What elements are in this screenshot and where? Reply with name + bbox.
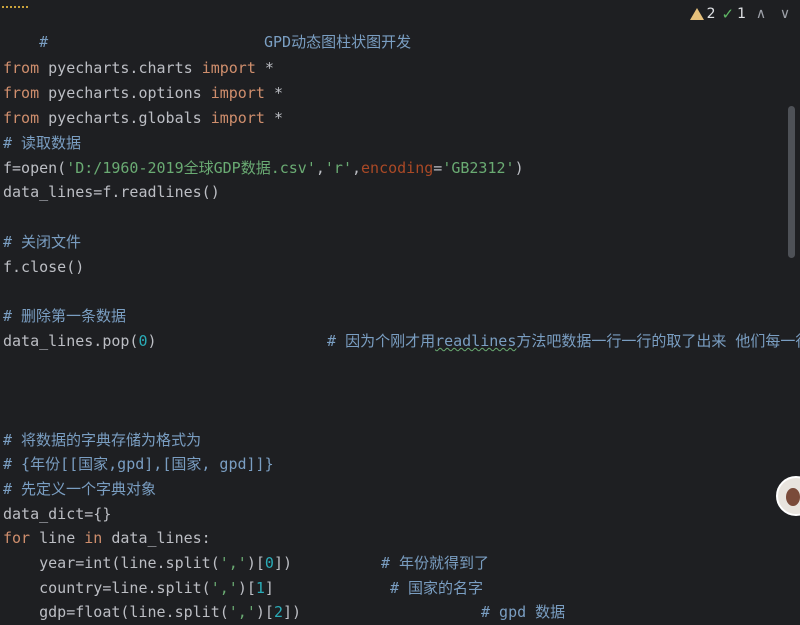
code-line[interactable]: from pyecharts.globals import * xyxy=(3,106,283,130)
warnings-count: 2 xyxy=(706,6,716,22)
number-literal: 0 xyxy=(264,554,274,572)
code-line[interactable]: from pyecharts.options import * xyxy=(3,81,283,105)
code-line[interactable]: f=open('D:/1960-2019全球GDP数据.csv','r',enc… xyxy=(3,156,524,180)
code-line[interactable]: from pyecharts.charts import * xyxy=(3,56,274,80)
number-literal: 2 xyxy=(273,603,283,621)
named-argument: encoding xyxy=(361,159,434,177)
code-text: = xyxy=(433,159,443,177)
chevron-down-icon[interactable]: ∨ xyxy=(776,6,794,22)
code-text: data_lines.pop( xyxy=(3,332,139,350)
module-name: pyecharts.charts xyxy=(48,59,193,77)
inline-comment: # gpd 数据 xyxy=(481,603,566,621)
module-name: pyecharts.globals xyxy=(48,109,202,127)
weak-warnings-count: 1 xyxy=(737,6,746,22)
code-text: , xyxy=(352,159,362,177)
code-text: , xyxy=(315,159,325,177)
code-text: year=int(line.split( xyxy=(3,554,220,572)
comment-line[interactable]: # {年份[[国家,gpd],[国家, gpd]]} xyxy=(3,452,274,476)
keyword: in xyxy=(84,529,103,547)
code-text: f=open( xyxy=(3,159,67,177)
code-line[interactable]: f.close() xyxy=(3,255,84,279)
code-text: line xyxy=(30,529,85,547)
code-line[interactable]: country=line.split(',')[1] # 国家的名字 xyxy=(3,576,483,600)
string-literal: ',' xyxy=(210,579,238,597)
comment-text: 方法吧数据一行一行的取了出来 他们每一行都 xyxy=(516,332,800,350)
string-literal: 'D:/1960-2019全球GDP数据.csv' xyxy=(66,159,316,177)
keyword: from xyxy=(3,84,40,102)
code-text: gdp=float(line.split( xyxy=(3,603,229,621)
code-text: )[ xyxy=(255,603,274,621)
string-literal: ',' xyxy=(219,554,247,572)
import-star: * xyxy=(264,59,274,77)
warning-icon xyxy=(689,8,704,20)
code-text: )[ xyxy=(237,579,256,597)
inline-comment: # 国家的名字 xyxy=(390,579,484,597)
comment-line[interactable]: # 读取数据 xyxy=(3,131,81,155)
keyword: import xyxy=(201,59,256,77)
chevron-up-icon[interactable]: ∧ xyxy=(752,6,770,22)
code-text: ] xyxy=(264,579,274,597)
string-literal: 'r' xyxy=(324,159,352,177)
keyword: for xyxy=(3,529,31,547)
code-text: ]) xyxy=(282,603,302,621)
vertical-scrollbar[interactable] xyxy=(786,30,800,625)
inspections-widget[interactable]: 2 ✓ 1 ∧ ∨ xyxy=(689,4,794,24)
inline-comment: # 年份就得到了 xyxy=(381,554,490,572)
number-literal: 1 xyxy=(255,579,265,597)
comment-line[interactable]: # 将数据的字典存储为格式为 xyxy=(3,428,201,452)
code-text: country=line.split( xyxy=(3,579,211,597)
import-star: * xyxy=(273,84,283,102)
code-line[interactable]: data_lines=f.readlines() xyxy=(3,180,220,204)
warnings-indicator[interactable]: 2 xyxy=(689,6,716,22)
weak-warnings-indicator[interactable]: ✓ 1 xyxy=(722,5,747,23)
scrollbar-thumb[interactable] xyxy=(788,106,795,258)
code-line[interactable]: # GPD动态图柱状图开发 xyxy=(3,6,411,51)
comment-text: 因为个刚才用 xyxy=(345,332,436,350)
code-text: data_lines: xyxy=(102,529,211,547)
code-text: ]) xyxy=(273,554,292,572)
string-literal: ',' xyxy=(228,603,256,621)
keyword: from xyxy=(3,109,40,127)
code-editor[interactable]: # GPD动态图柱状图开发 from pyecharts.charts impor… xyxy=(0,0,800,625)
comment-hash: # xyxy=(327,332,337,350)
import-star: * xyxy=(273,109,283,127)
keyword: import xyxy=(210,84,265,102)
comment-line[interactable]: # 先定义一个字典对象 xyxy=(3,477,156,501)
code-line[interactable]: data_dict={} xyxy=(3,502,111,526)
comment-hash: # xyxy=(39,33,49,51)
keyword: from xyxy=(3,59,40,77)
typo-underlined-word: readlines xyxy=(435,332,517,350)
string-literal: 'GB2312' xyxy=(442,159,515,177)
comment-line[interactable]: # 关闭文件 xyxy=(3,230,81,254)
code-line[interactable]: data_lines.pop(0) # 因为个刚才用readlines方法吧数据一… xyxy=(3,329,800,353)
keyword: import xyxy=(210,109,265,127)
inline-comment: # 因为个刚才用readlines方法吧数据一行一行的取了出来 他们每一行都 xyxy=(327,329,800,353)
number-literal: 0 xyxy=(138,332,148,350)
comment-title: GPD动态图柱状图开发 xyxy=(264,33,412,51)
code-text: ) xyxy=(147,332,157,350)
comment-line[interactable]: # 删除第一条数据 xyxy=(3,304,126,328)
module-name: pyecharts.options xyxy=(48,84,202,102)
code-text: )[ xyxy=(246,554,265,572)
code-line[interactable]: gdp=float(line.split(',')[2]) # gpd 数据 xyxy=(3,600,565,624)
code-line[interactable]: year=int(line.split(',')[0]) # 年份就得到了 xyxy=(3,551,489,575)
check-icon: ✓ xyxy=(721,5,735,23)
code-line[interactable]: for line in data_lines: xyxy=(3,526,211,550)
code-text: ) xyxy=(514,159,524,177)
